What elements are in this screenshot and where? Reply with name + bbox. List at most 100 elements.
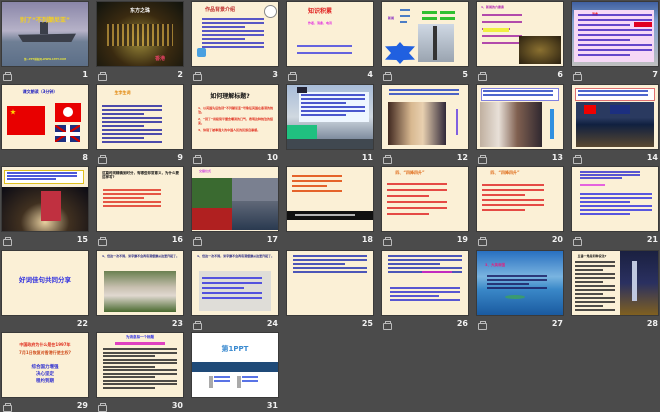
text-line xyxy=(292,185,327,187)
banner xyxy=(192,362,278,372)
slide-thumbnail[interactable] xyxy=(572,85,658,149)
slide-text: 好词佳句共同分享 xyxy=(19,276,71,284)
text-line xyxy=(482,189,544,191)
slide-thumbnail[interactable] xyxy=(382,85,468,149)
slide-thumbnail[interactable]: 作品背景介绍 xyxy=(192,2,278,66)
slide-thumbnail[interactable] xyxy=(287,85,373,149)
text-line xyxy=(202,30,264,32)
slide-transition-icon[interactable] xyxy=(193,72,202,81)
slide-thumbnail[interactable]: 1、但这一次不同，米字旗不会再有港督旗从这里升起了。 xyxy=(97,251,183,315)
slide-image xyxy=(287,139,373,149)
text-line xyxy=(575,293,603,295)
slide-transition-icon[interactable] xyxy=(98,155,107,164)
text-line xyxy=(580,171,640,173)
text-line xyxy=(482,204,544,206)
slide-transition-icon[interactable] xyxy=(193,155,202,164)
text-line xyxy=(388,259,462,261)
text-line xyxy=(202,42,264,44)
text-line xyxy=(293,267,367,269)
slide-thumbnail[interactable] xyxy=(477,85,563,149)
text-line xyxy=(580,193,652,195)
text-line xyxy=(578,44,652,46)
slide-transition-icon[interactable] xyxy=(98,72,107,81)
slide-thumbnail[interactable]: 五香一角是何种说法? xyxy=(572,251,658,315)
slide-thumbnail[interactable]: 交接仪式 xyxy=(192,167,278,231)
text-line xyxy=(575,261,615,263)
slide-number: 9 xyxy=(177,153,183,162)
slide-thumbnail[interactable] xyxy=(382,251,468,315)
slide-image xyxy=(610,105,630,114)
slide-transition-icon[interactable] xyxy=(383,321,392,330)
slide-thumbnail[interactable]: 课文朗读（3分钟） xyxy=(2,85,88,149)
slide-transition-icon[interactable] xyxy=(478,72,487,81)
text-line xyxy=(202,277,262,279)
slide-thumbnail[interactable]: 如何理解标题? 1、以英国先后告别“不列颠尼亚”号象征英国在香港的统治。 2、“别了… xyxy=(192,85,278,149)
slide-number: 29 xyxy=(76,401,88,410)
slide-transition-icon[interactable] xyxy=(478,321,487,330)
slide-transition-icon[interactable] xyxy=(3,72,12,81)
slide-thumbnail[interactable]: 别了“不列颠尼亚” 第一PPT模板网-WWW.1PPT.COM xyxy=(2,2,88,66)
slide-transition-icon[interactable] xyxy=(3,237,12,246)
text-line xyxy=(387,201,447,203)
slide-image xyxy=(232,201,278,230)
slide-number: 8 xyxy=(82,153,88,162)
text-line xyxy=(390,291,460,293)
slide-number: 20 xyxy=(551,235,563,244)
slide-transition-icon[interactable] xyxy=(383,155,392,164)
handover-photo xyxy=(388,102,446,145)
slide-thumbnail[interactable]: 1、但这一次不同，米字旗不会再有港督旗从这里升起了。 xyxy=(192,251,278,315)
text-line xyxy=(293,271,367,273)
slide-thumbnail[interactable]: 第1PPT xyxy=(192,333,278,397)
skyline-night-photo xyxy=(620,251,658,315)
text-line xyxy=(387,189,447,191)
text-line xyxy=(482,194,526,196)
text-line xyxy=(482,35,522,37)
slide-thumbnail[interactable]: 四、“四降四升” xyxy=(477,167,563,231)
text-line xyxy=(103,379,177,382)
slide-transition-icon[interactable] xyxy=(193,237,202,246)
slide-number: 12 xyxy=(456,153,468,162)
slide-thumbnail[interactable]: 知识积累 作者、消息、电讯 xyxy=(287,2,373,66)
slide-transition-icon[interactable] xyxy=(573,72,582,81)
slide-thumbnail[interactable] xyxy=(287,251,373,315)
slide-number: 10 xyxy=(266,153,278,162)
text-line xyxy=(578,24,630,26)
slide-thumbnail[interactable]: 四、“四降四升” xyxy=(382,167,468,231)
slide-transition-icon[interactable] xyxy=(573,237,582,246)
slide-transition-icon[interactable] xyxy=(193,321,202,330)
slide-thumbnail[interactable] xyxy=(287,167,373,231)
slide-transition-icon[interactable] xyxy=(3,403,12,412)
slide-transition-icon[interactable] xyxy=(383,237,392,246)
slide-transition-icon[interactable] xyxy=(98,237,107,246)
text-line xyxy=(202,18,264,20)
text-line xyxy=(422,271,452,273)
text-line xyxy=(202,297,262,299)
slide-transition-icon[interactable] xyxy=(383,72,392,81)
slide-thumbnail[interactable]: 生字生词 xyxy=(97,85,183,149)
slide-thumbnail[interactable]: 好词佳句共同分享 xyxy=(2,251,88,315)
slide-thumbnail[interactable]: 为消息拟一个标题 xyxy=(97,333,183,397)
slide-transition-icon[interactable] xyxy=(573,155,582,164)
slide-transition-icon[interactable] xyxy=(288,72,297,81)
slide-thumbnail[interactable]: 消息 xyxy=(572,2,658,66)
slide-transition-icon[interactable] xyxy=(478,237,487,246)
slide-thumbnail[interactable]: 东方之珠 香港 xyxy=(97,2,183,66)
slide-thumbnail[interactable]: 这篇时间精确到时分，有哪些非常意义，为什么要这样写? xyxy=(97,167,183,231)
text-line xyxy=(387,183,447,185)
slide-thumbnail[interactable] xyxy=(572,167,658,231)
slide-thumbnail[interactable]: 1、新闻的六要素 xyxy=(477,2,563,66)
text-line xyxy=(202,292,262,294)
text-line xyxy=(7,172,77,174)
slide-transition-icon[interactable] xyxy=(98,403,107,412)
slide-thumbnail[interactable] xyxy=(2,167,88,231)
slide-thumbnail[interactable]: 3、大英帝国 xyxy=(477,251,563,315)
text-line xyxy=(487,275,547,277)
slide-text: 作者、消息、电讯 xyxy=(307,21,332,25)
slide-thumbnail[interactable]: 新闻 xyxy=(382,2,468,66)
slide-transition-icon[interactable] xyxy=(478,155,487,164)
slide-number: 18 xyxy=(361,235,373,244)
slide-image xyxy=(192,208,232,230)
text-line xyxy=(578,90,648,92)
text-line xyxy=(202,22,264,24)
slide-thumbnail[interactable]: 中国政府为什么是在1997年 7月1日恢复对香港行使主权? 综合国力增强 决心坚定 租约… xyxy=(2,333,88,397)
